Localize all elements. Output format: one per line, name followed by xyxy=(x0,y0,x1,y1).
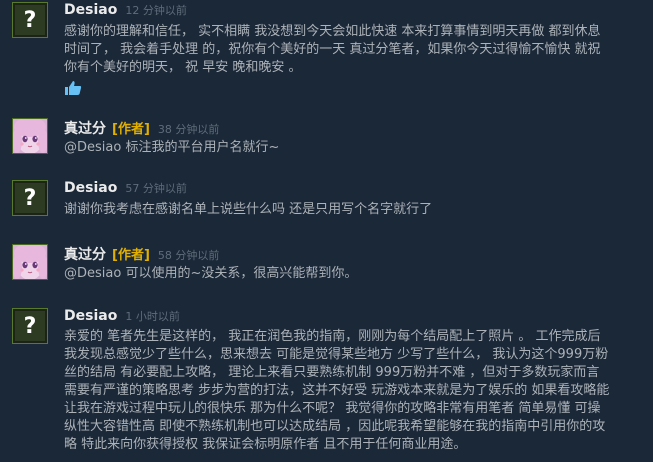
author-name[interactable]: 真过分 xyxy=(64,118,106,138)
timestamp: 58 分钟以前 xyxy=(157,249,220,262)
comment-text: 感谢你的理解和信任， 实不相瞒 我没想到今天会如此快速 本来打算事情到明天再做 … xyxy=(64,24,601,75)
comment-text: @Desiao 标注我的平台用户名就行~ xyxy=(64,140,280,155)
avatar[interactable] xyxy=(12,118,48,154)
comment: ? Desiao 1 小时以前 亲爱的 笔者先生是这样的， 我正在润色我的指南，… xyxy=(0,308,653,458)
comment: ? Desiao 57 分钟以前 谢谢你我考虑在感谢名单上说些什么吗 还是只用写… xyxy=(0,180,653,226)
author-name[interactable]: Desiao xyxy=(64,180,117,196)
timestamp: 1 小时以前 xyxy=(125,310,180,323)
avatar[interactable]: ? xyxy=(12,180,48,216)
question-mark-icon: ? xyxy=(13,3,47,37)
author-badge: [作者] xyxy=(112,248,150,263)
author-name[interactable]: Desiao xyxy=(64,2,117,18)
author-name[interactable]: Desiao xyxy=(64,308,117,324)
comment: 真过分 [作者] 38 分钟以前 @Desiao 标注我的平台用户名就行~ xyxy=(0,118,653,164)
anime-avatar-icon xyxy=(13,119,47,153)
comment-header: 真过分 [作者] 38 分钟以前 xyxy=(64,118,219,138)
author-name[interactable]: 真过分 xyxy=(64,244,106,264)
anime-avatar-icon xyxy=(13,245,47,279)
timestamp: 38 分钟以前 xyxy=(157,123,220,136)
avatar[interactable]: ? xyxy=(12,2,48,38)
thumbs-up-icon xyxy=(65,81,82,95)
comment-header: Desiao 12 分钟以前 xyxy=(64,2,187,22)
comment-thread: ? Desiao 12 分钟以前 感谢你的理解和信任， 实不相瞒 我没想到今天会… xyxy=(0,0,653,462)
comment-header: Desiao 57 分钟以前 xyxy=(64,180,187,200)
comment: ? Desiao 12 分钟以前 感谢你的理解和信任， 实不相瞒 我没想到今天会… xyxy=(0,2,653,95)
comment-text: @Desiao 可以使用的~没关系，很高兴能帮到你。 xyxy=(64,266,358,281)
comment-text: 谢谢你我考虑在感谢名单上说些什么吗 还是只用写个名字就行了 xyxy=(64,202,433,217)
comment-text: 亲爱的 笔者先生是这样的， 我正在润色我的指南，刚刚为每个结局配上了照片 。 工… xyxy=(64,329,610,452)
timestamp: 12 分钟以前 xyxy=(125,4,187,17)
question-mark-icon: ? xyxy=(13,309,47,343)
timestamp: 57 分钟以前 xyxy=(125,182,187,195)
author-badge: [作者] xyxy=(112,122,150,137)
question-mark-icon: ? xyxy=(13,181,47,215)
comment-header: Desiao 1 小时以前 xyxy=(64,308,180,328)
comment-header: 真过分 [作者] 58 分钟以前 xyxy=(64,244,219,264)
avatar[interactable]: ? xyxy=(12,308,48,344)
comment: 真过分 [作者] 58 分钟以前 @Desiao 可以使用的~没关系，很高兴能帮… xyxy=(0,244,653,290)
avatar[interactable] xyxy=(12,244,48,280)
